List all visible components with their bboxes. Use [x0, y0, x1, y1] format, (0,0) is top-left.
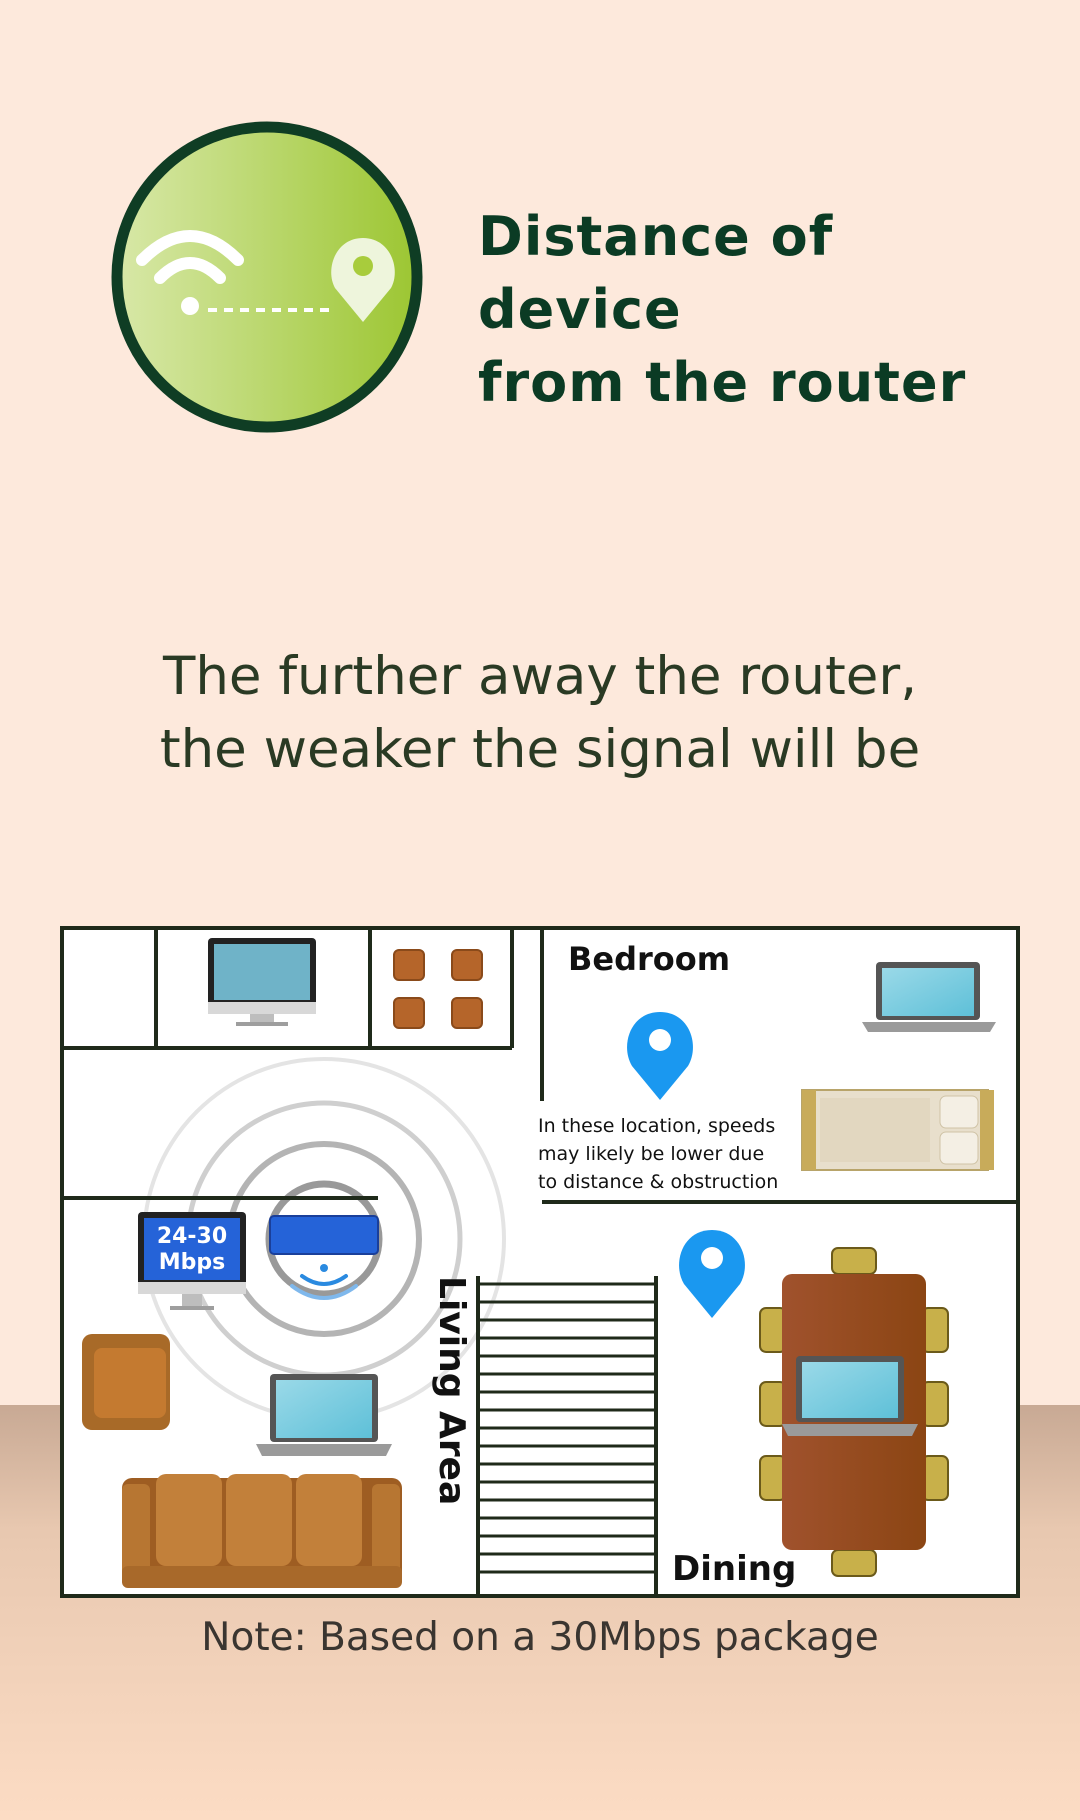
- room-label-dining: Dining: [672, 1549, 796, 1589]
- page-title: Distance of device from the router: [478, 200, 1038, 419]
- footnote: Note: Based on a 30Mbps package: [201, 1615, 879, 1660]
- subtitle: The further away the router, the weaker …: [0, 640, 1080, 786]
- floor-plan: Bedroom In these location, speeds may li…: [60, 926, 1020, 1598]
- armchair-icon: [82, 1334, 170, 1430]
- dining-table-icon: [759, 1247, 949, 1577]
- title-line-1: Distance of device: [478, 205, 834, 341]
- subtitle-line-1: The further away the router,: [162, 646, 918, 707]
- speed-value: 24-30: [157, 1224, 227, 1249]
- speed-unit: Mbps: [159, 1250, 225, 1275]
- desktop-computer-icon: [208, 938, 316, 1026]
- sofa-icon: [122, 1474, 402, 1588]
- wifi-distance-icon: [111, 121, 423, 433]
- callout-line-3: to distance & obstruction: [538, 1171, 778, 1193]
- callout-line-1: In these location, speeds: [538, 1115, 775, 1137]
- room-label-bedroom: Bedroom: [568, 940, 730, 978]
- subtitle-line-2: the weaker the signal will be: [159, 719, 921, 780]
- callout-line-2: may likely be lower due: [538, 1143, 764, 1165]
- room-label-living-area: Living Area: [431, 1276, 472, 1505]
- bed-icon: [801, 1089, 994, 1171]
- laptop-icon: [782, 1356, 918, 1436]
- title-line-2: from the router: [478, 351, 967, 414]
- callout-text: In these location, speeds may likely be …: [538, 1115, 778, 1193]
